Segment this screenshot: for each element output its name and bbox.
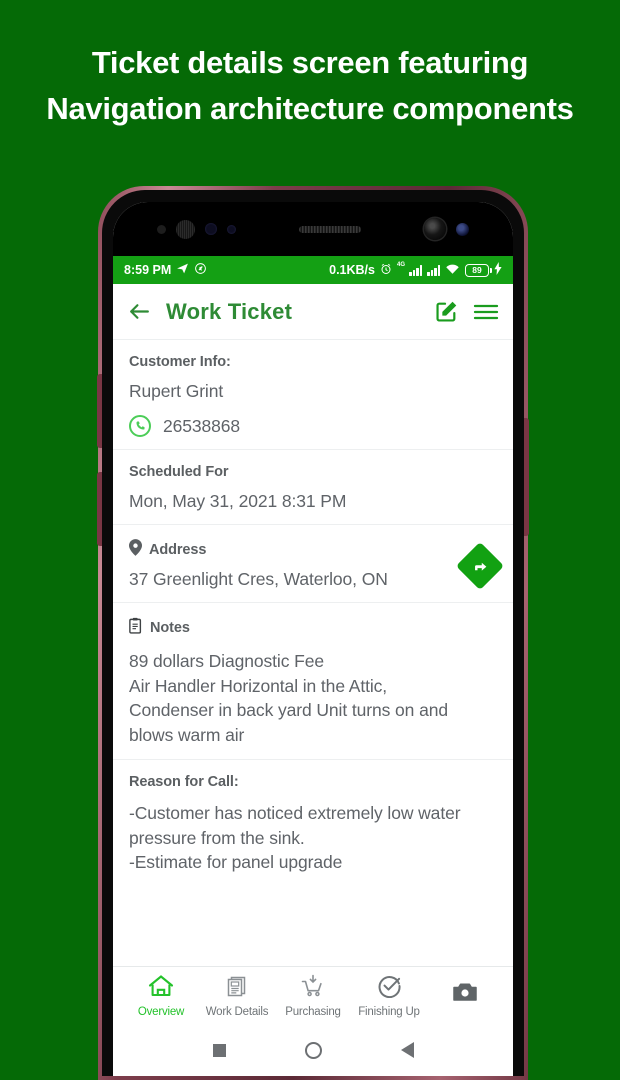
notes-label-row: Notes bbox=[129, 617, 497, 638]
reason-for-call-section: Reason for Call: -Customer has noticed e… bbox=[113, 760, 513, 887]
promo-headline: Ticket details screen featuring Navigati… bbox=[0, 40, 620, 132]
phone-screen: 8:59 PM 0.1KB/s 4G 89 Work Ticket Custom… bbox=[113, 202, 513, 1076]
address-value: 37 Greenlight Cres, Waterloo, ON bbox=[129, 569, 388, 589]
notes-value: 89 dollars Diagnostic Fee Air Handler Ho… bbox=[129, 651, 448, 745]
power-button[interactable] bbox=[524, 418, 529, 536]
arrow-left-icon[interactable] bbox=[127, 299, 152, 324]
camera-icon bbox=[452, 981, 478, 1008]
documents-icon bbox=[225, 974, 249, 1003]
send-icon bbox=[176, 262, 189, 278]
notes-label: Notes bbox=[150, 619, 190, 636]
bolt-icon bbox=[494, 262, 502, 278]
earpiece-sensor-icon bbox=[176, 219, 195, 239]
mute-icon bbox=[194, 262, 207, 278]
proximity-sensor-icon bbox=[205, 223, 217, 235]
bottom-nav-item-camera[interactable] bbox=[427, 981, 503, 1011]
reason-for-call-label: Reason for Call: bbox=[129, 774, 239, 790]
map-pin-icon bbox=[129, 539, 142, 560]
bottom-nav-item-purchasing[interactable]: Purchasing bbox=[275, 974, 351, 1018]
battery-level: 89 bbox=[472, 265, 482, 275]
battery-indicator: 89 bbox=[465, 263, 492, 277]
network-type-label: 4G bbox=[396, 262, 405, 268]
wifi-icon bbox=[445, 263, 460, 278]
android-navigation-bar bbox=[113, 1024, 513, 1076]
secondary-camera-icon bbox=[456, 222, 469, 236]
customer-phone-number[interactable]: 26538868 bbox=[163, 416, 240, 437]
reason-for-call-value: -Customer has noticed extremely low wate… bbox=[129, 803, 461, 872]
scheduled-section: Scheduled For Mon, May 31, 2021 8:31 PM bbox=[113, 450, 513, 525]
status-bar: 8:59 PM 0.1KB/s 4G 89 bbox=[113, 256, 513, 284]
clipboard-icon bbox=[129, 617, 143, 638]
bottom-navigation-bar: Overview Work Details Purchasing Finishi… bbox=[113, 966, 513, 1024]
page-title: Work Ticket bbox=[166, 298, 293, 324]
triangle-back-icon[interactable] bbox=[400, 1042, 414, 1058]
headline-line-1: Ticket details screen featuring bbox=[91, 45, 529, 80]
signal-bars-icon bbox=[409, 264, 422, 276]
circle-home-icon[interactable] bbox=[304, 1041, 322, 1059]
scheduled-label: Scheduled For bbox=[129, 464, 229, 480]
customer-info-section: Customer Info: Rupert Grint 26538868 bbox=[113, 340, 513, 450]
app-bar: Work Ticket bbox=[113, 284, 513, 340]
alarm-icon bbox=[380, 263, 392, 278]
scheduled-value: Mon, May 31, 2021 8:31 PM bbox=[129, 491, 347, 511]
bottom-nav-item-work-details[interactable]: Work Details bbox=[199, 974, 275, 1018]
notes-section: Notes 89 dollars Diagnostic Fee Air Hand… bbox=[113, 603, 513, 760]
network-speed: 0.1KB/s bbox=[329, 263, 375, 277]
phone-icon[interactable] bbox=[129, 415, 151, 437]
bottom-nav-label-overview: Overview bbox=[137, 1005, 185, 1018]
sensor-dot-icon bbox=[157, 224, 166, 234]
bottom-nav-label-finishing-up: Finishing Up bbox=[358, 1005, 420, 1018]
headline-line-2: Navigation architecture components bbox=[46, 91, 574, 126]
customer-info-label: Customer Info: bbox=[129, 354, 231, 370]
phone-sensor-bar bbox=[113, 202, 513, 256]
customer-phone-row[interactable]: 26538868 bbox=[129, 415, 497, 437]
bottom-nav-item-overview[interactable]: Overview bbox=[123, 974, 199, 1018]
square-recents-icon[interactable] bbox=[212, 1043, 226, 1057]
check-circle-icon bbox=[377, 974, 402, 1003]
address-label-row: Address bbox=[129, 539, 463, 560]
bottom-nav-item-finishing-up[interactable]: Finishing Up bbox=[351, 974, 427, 1018]
shopping-cart-icon bbox=[300, 974, 326, 1003]
status-time: 8:59 PM bbox=[124, 263, 172, 277]
home-icon bbox=[148, 974, 174, 1003]
bottom-nav-label-purchasing: Purchasing bbox=[285, 1005, 341, 1018]
address-section: Address 37 Greenlight Cres, Waterloo, ON bbox=[113, 525, 513, 603]
ticket-details-content: Customer Info: Rupert Grint 26538868 Sch… bbox=[113, 340, 513, 966]
customer-name: Rupert Grint bbox=[129, 381, 224, 401]
edit-pencil-icon[interactable] bbox=[434, 299, 459, 324]
bottom-nav-label-work-details: Work Details bbox=[205, 1005, 269, 1018]
phone-body: 8:59 PM 0.1KB/s 4G 89 Work Ticket Custom… bbox=[102, 190, 524, 1076]
navigation-arrow-icon[interactable] bbox=[455, 541, 505, 591]
earpiece-speaker-icon bbox=[299, 225, 361, 233]
address-label: Address bbox=[149, 541, 207, 558]
light-sensor-icon bbox=[227, 224, 236, 234]
signal-bars-icon-2 bbox=[427, 264, 440, 276]
phone-mockup: 8:59 PM 0.1KB/s 4G 89 Work Ticket Custom… bbox=[97, 186, 529, 1080]
hamburger-menu-icon[interactable] bbox=[473, 301, 499, 323]
front-camera-icon bbox=[424, 218, 446, 240]
